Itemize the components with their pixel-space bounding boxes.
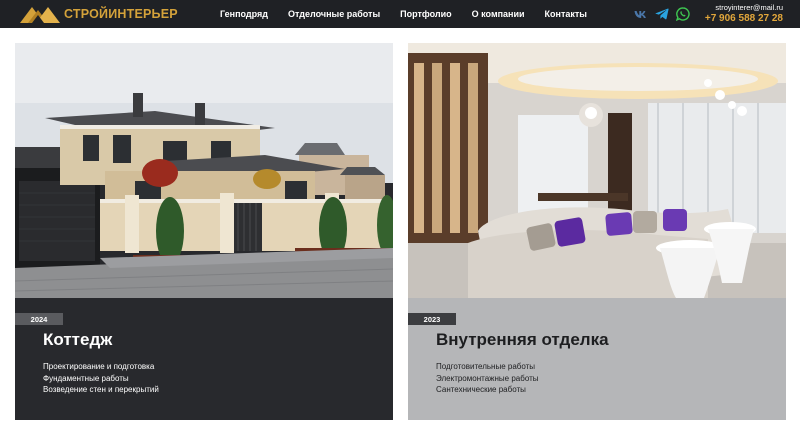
- nav-about[interactable]: О компании: [472, 9, 525, 19]
- list-item: Проектирование и подготовка: [43, 362, 155, 371]
- list-item: Фундаментные работы: [43, 373, 129, 383]
- project-card-interior[interactable]: 2023 Внутренняя отделка Подготовительные…: [408, 43, 786, 420]
- list-item: Электромонтажные работы: [436, 373, 539, 383]
- list-item: Сантехнические работы: [436, 385, 526, 394]
- services-list: Проектирование и подготовка Фундаментные…: [43, 361, 159, 396]
- vk-icon[interactable]: [634, 7, 648, 21]
- nav-portfolio[interactable]: Портфолио: [400, 9, 452, 19]
- logo[interactable]: СТРОЙИНТЕРЬЕР: [18, 3, 178, 25]
- main-nav: Генподряд Отделочные работы Портфолио О …: [220, 0, 607, 28]
- phone-link[interactable]: +7 906 588 27 28: [705, 12, 783, 25]
- logo-mark-icon: [20, 7, 60, 23]
- year-badge: 2023: [408, 313, 456, 325]
- nav-finishing-works[interactable]: Отделочные работы: [288, 9, 380, 19]
- list-item: Возведение стен и перекрытий: [43, 385, 159, 394]
- services-list: Подготовительные работы Электромонтажные…: [436, 361, 539, 396]
- contact-info: stroyinterer@mail.ru +7 906 588 27 28: [705, 3, 783, 25]
- year-badge: 2024: [15, 313, 63, 325]
- nav-contacts[interactable]: Контакты: [545, 9, 587, 19]
- social-links: [634, 7, 697, 21]
- card-title[interactable]: Коттедж: [43, 330, 112, 350]
- telegram-icon[interactable]: [655, 7, 669, 21]
- card-title[interactable]: Внутренняя отделка: [436, 330, 609, 350]
- nav-general-contract[interactable]: Генподряд: [220, 9, 268, 19]
- logo-text: СТРОЙИНТЕРЬЕР: [64, 7, 178, 21]
- cottage-photo: [15, 43, 393, 298]
- site-header: СТРОЙИНТЕРЬЕР Генподряд Отделочные работ…: [0, 0, 800, 28]
- email-link[interactable]: stroyinterer@mail.ru: [705, 3, 783, 12]
- list-item: Подготовительные работы: [436, 362, 536, 371]
- project-card-cottage[interactable]: 2024 Коттедж Проектирование и подготовка…: [15, 43, 393, 420]
- whatsapp-icon[interactable]: [676, 7, 690, 21]
- interior-photo: [408, 43, 786, 298]
